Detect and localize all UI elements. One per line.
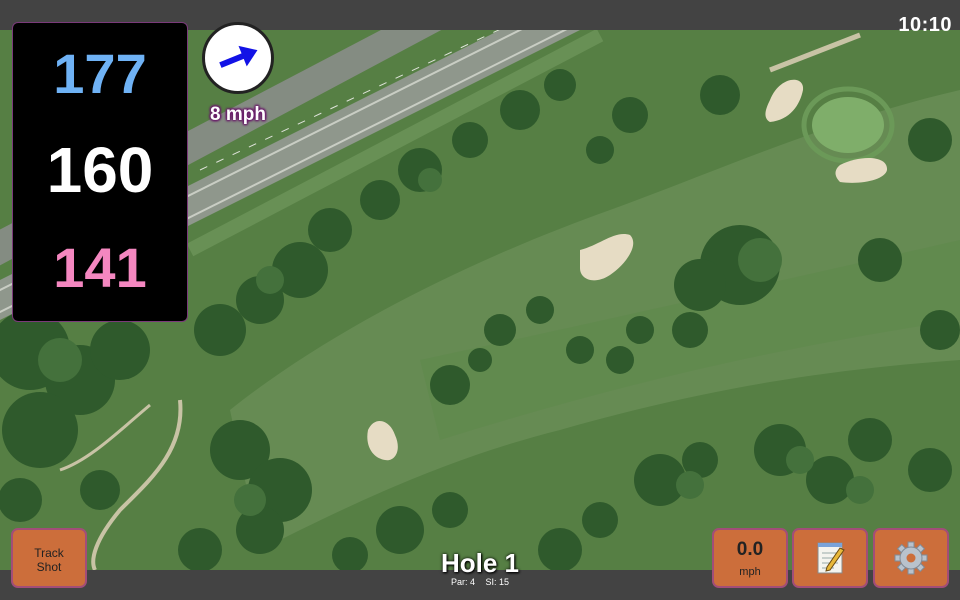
notes-button[interactable] — [792, 528, 868, 588]
hole-par: Par: 4 — [450, 577, 475, 587]
gear-icon — [894, 541, 928, 575]
distance-panel: 177 160 141 — [12, 22, 188, 322]
wind-indicator — [202, 22, 274, 94]
back-distance: 177 — [53, 42, 147, 105]
speed-value: 0.0 — [736, 539, 764, 560]
center-distance: 160 — [46, 134, 154, 206]
hole-stroke-index: SI: 15 — [485, 577, 510, 587]
track-shot-button[interactable]: Track Shot — [11, 528, 87, 588]
track-shot-label-line2: Shot — [36, 560, 62, 574]
front-distance: 141 — [53, 236, 147, 299]
clock: 10:10 — [898, 14, 952, 36]
hole-title: Hole 1 — [440, 548, 520, 578]
settings-button[interactable] — [873, 528, 949, 588]
track-shot-label-line1: Track — [34, 546, 64, 560]
arrow-right-icon — [219, 45, 258, 68]
wind-speed-label: 8 mph — [210, 104, 266, 125]
speed-button[interactable]: 0.0 mph — [712, 528, 788, 588]
speed-unit: mph — [739, 566, 761, 578]
notepad-icon — [817, 542, 845, 574]
hole-info: Par: 4 SI: 15 — [380, 577, 580, 587]
